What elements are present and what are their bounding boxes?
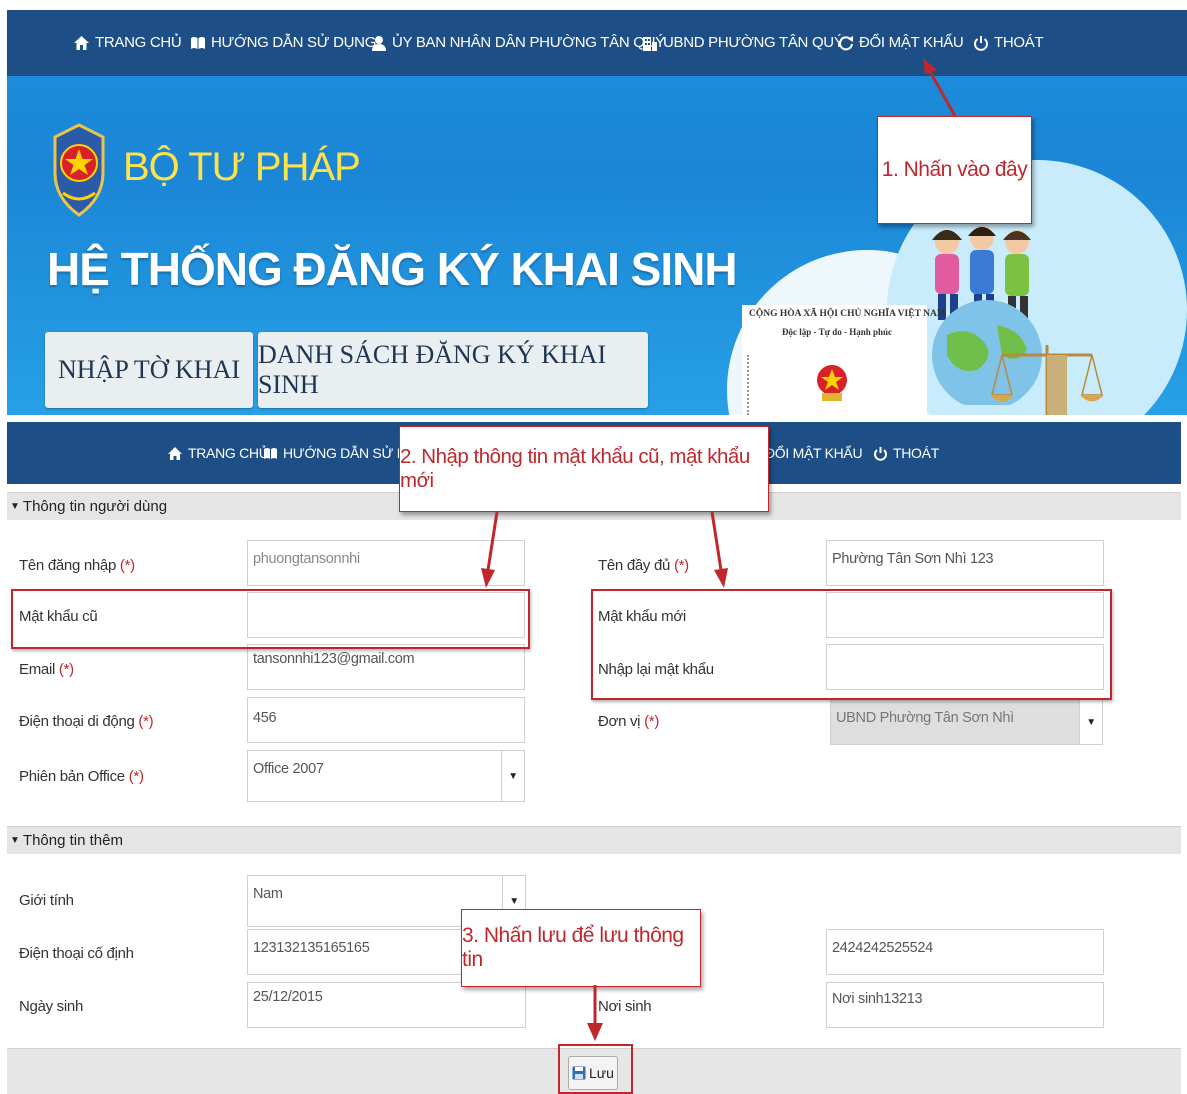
nav-logout-label: THOÁT [893, 445, 939, 461]
nav-home-label: TRANG CHỦ [188, 445, 269, 461]
new-password-highlight [591, 589, 1112, 700]
landline-label: Điện thoại cố định [19, 945, 134, 962]
collapse-triangle-icon: ▼ [10, 835, 20, 846]
step3-callout: 3. Nhấn lưu để lưu thông tin [461, 909, 701, 987]
nav-change-password-label: ĐỔI MẬT KHẨU [765, 445, 863, 461]
gender-select-value: Nam [253, 886, 283, 902]
step2-arrows [481, 511, 728, 588]
top-nav-bar: TRANG CHỦ HƯỚNG DẪN SỬ DỤNG ỦY BAN NHÂN … [7, 10, 1187, 76]
unit-select[interactable]: UBND Phường Tân Sơn Nhì ▼ [830, 699, 1103, 745]
step1-arrow [923, 58, 957, 117]
email-field[interactable]: tansonnhi123@gmail.com [247, 644, 525, 690]
nav-ubnd-label: UBND PHƯỜNG TÂN QUÝ [663, 34, 844, 51]
save-highlight [558, 1044, 633, 1094]
home-icon [74, 35, 89, 50]
collapse-triangle-icon: ▼ [10, 501, 20, 512]
extra-info-section-header[interactable]: ▼ Thông tin thêm [7, 826, 1181, 854]
nav-guide[interactable]: HƯỚNG DẪN SỬ DỤNG [190, 34, 376, 51]
nav-home[interactable]: TRANG CHỦ [167, 445, 269, 461]
national-emblem-icon [817, 365, 847, 401]
nav-committee-label: ỦY BAN NHÂN DÂN PHƯỜNG TÂN QUÝ [392, 34, 665, 51]
gender-label: Giới tính [19, 892, 74, 909]
birthplace-field[interactable]: Nơi sinh13213 [826, 982, 1104, 1028]
power-icon [974, 35, 988, 51]
unit-select-value: UBND Phường Tân Sơn Nhì [836, 710, 1014, 726]
nav-logout[interactable]: THOÁT [873, 445, 939, 461]
nav-logout-label: THOÁT [994, 34, 1044, 51]
step2-callout: 2. Nhập thông tin mật khẩu cũ, mật khẩu … [399, 426, 769, 512]
nav-home-label: TRANG CHỦ [95, 34, 182, 51]
nav-home[interactable]: TRANG CHỦ [73, 34, 182, 51]
dob-field[interactable]: 25/12/2015 [247, 982, 526, 1028]
office-select-value: Office 2007 [253, 761, 324, 777]
email-label: Email (*) [19, 661, 74, 678]
step1-callout: 1. Nhấn vào đây [877, 116, 1032, 224]
old-password-highlight [11, 589, 530, 649]
registration-list-button[interactable]: DANH SÁCH ĐĂNG KÝ KHAI SINH [258, 332, 648, 408]
dropdown-arrow-icon: ▼ [501, 751, 524, 801]
nav-ubnd[interactable]: UBND PHƯỜNG TÂN QUÝ [642, 34, 844, 51]
username-label: Tên đăng nhập (*) [19, 557, 135, 574]
extra-info-section-title: Thông tin thêm [22, 832, 123, 849]
nav-guide-label: HƯỚNG DẪN SỬ DỤNG [211, 34, 377, 51]
mobile-field[interactable]: 456 [247, 697, 525, 743]
user-info-section-title: Thông tin người dùng [22, 498, 168, 515]
dob-label: Ngày sinh [19, 998, 84, 1015]
right-column-field[interactable]: 2424242525524 [826, 929, 1104, 975]
decor-pillar [1047, 355, 1067, 415]
book-icon [191, 36, 205, 49]
power-icon [874, 446, 887, 461]
doc-header: CỘNG HÒA XÃ HỘI CHỦ NGHĨA VIỆT NAM [749, 309, 946, 319]
refresh-icon [839, 35, 853, 50]
mobile-label: Điện thoại di động (*) [19, 713, 154, 730]
nav-change-password[interactable]: ĐỔI MẬT KHẨU [838, 34, 964, 51]
doc-motto: Độc lập - Tự do - Hạnh phúc [782, 327, 893, 337]
unit-label: Đơn vị (*) [598, 713, 660, 730]
nav-change-password[interactable]: ĐỔI MẬT KHẨU [765, 445, 863, 461]
fullname-field[interactable]: Phường Tân Sơn Nhì 123 [826, 540, 1104, 586]
nav-committee[interactable]: ỦY BAN NHÂN DÂN PHƯỜNG TÂN QUÝ [371, 34, 665, 51]
step3-arrow [587, 985, 603, 1041]
book-icon [264, 447, 277, 459]
office-select[interactable]: Office 2007 ▼ [247, 750, 525, 802]
nav-logout[interactable]: THOÁT [973, 34, 1044, 51]
ministry-emblem-icon [53, 123, 105, 217]
nav-change-password-label: ĐỔI MẬT KHẨU [859, 34, 964, 51]
system-title: HỆ THỐNG ĐĂNG KÝ KHAI SINH [47, 243, 738, 295]
user-icon [372, 35, 386, 51]
ministry-name: BỘ TƯ PHÁP [123, 145, 361, 189]
dropdown-arrow-icon: ▼ [1079, 700, 1102, 744]
office-label: Phiên bản Office (*) [19, 768, 144, 785]
building-icon [643, 36, 657, 51]
enter-declaration-button[interactable]: NHẬP TỜ KHAI [45, 332, 253, 408]
home-icon [168, 446, 182, 460]
doc-dotted-lines [747, 355, 771, 415]
